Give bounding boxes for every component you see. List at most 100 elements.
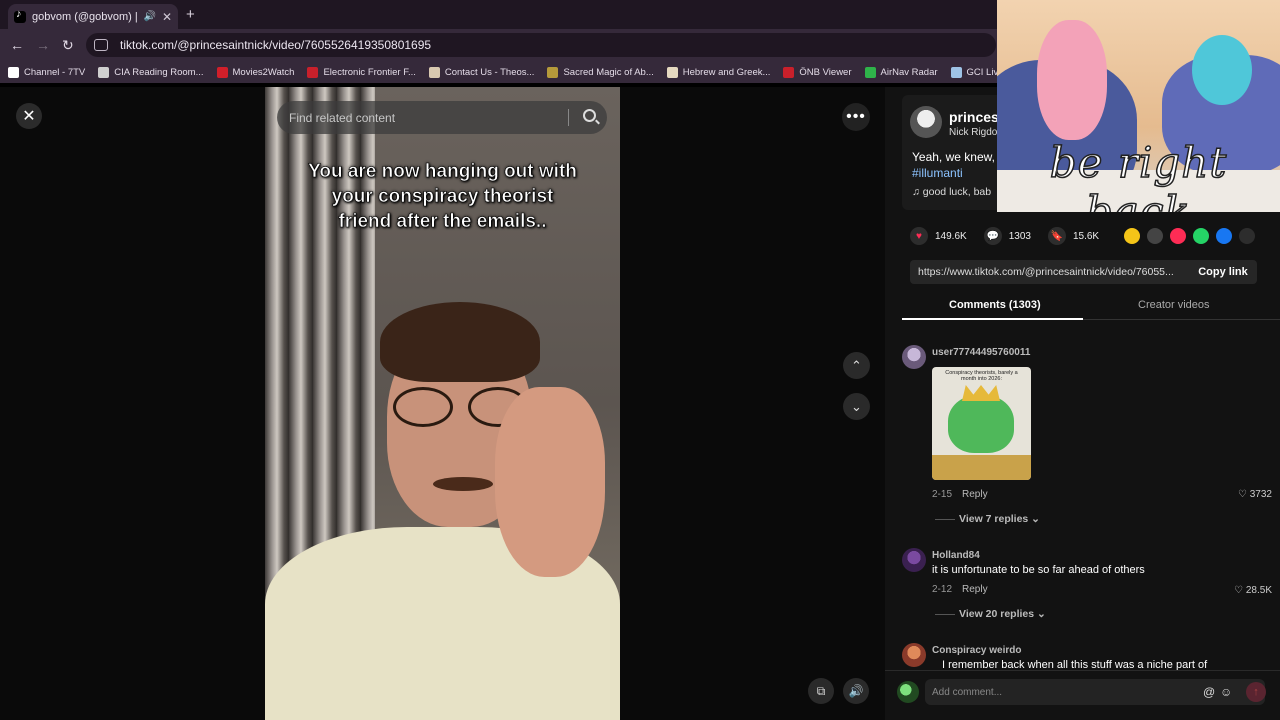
reload-button[interactable]: ↻ (62, 37, 74, 54)
author-nickname: Nick Rigdo (949, 127, 998, 138)
overlay-cartoon-rabbit (1037, 20, 1107, 140)
music-link[interactable]: ♫ good luck, bab (912, 186, 991, 198)
bookmark-favicon-icon (950, 66, 962, 78)
comment-like-button[interactable]: ♡ 3732 (1238, 489, 1272, 500)
bookmark-item[interactable]: CIA Reading Room... (98, 66, 204, 78)
current-user-avatar (897, 681, 919, 703)
comment-username[interactable]: Holland84 (932, 550, 980, 561)
video-player[interactable]: You are now hanging out with your conspi… (265, 87, 620, 720)
share-icons (1124, 228, 1262, 244)
whatsapp-icon[interactable] (1193, 228, 1209, 244)
search-icon[interactable] (583, 109, 596, 122)
forward-button[interactable]: → (36, 37, 50, 53)
comment-username[interactable]: user77744495760011 (932, 347, 1030, 358)
comment-image[interactable]: Conspiracy theorists, barely a month int… (932, 367, 1031, 480)
mention-icon[interactable]: @ (1203, 685, 1215, 699)
save-button[interactable]: 🔖 15.6K (1047, 227, 1100, 245)
bookmark-item[interactable]: ÖNB Viewer (783, 66, 852, 78)
embed-icon[interactable] (1147, 228, 1163, 244)
copy-link-button[interactable]: Copy link (1189, 260, 1257, 284)
comment-icon: 💬 (983, 227, 1002, 245)
author-name[interactable]: princes (949, 109, 999, 125)
tab-audio-icon[interactable]: 🔊 (143, 11, 155, 22)
bookmark-favicon-icon (98, 66, 110, 78)
bookmark-label: Contact Us - Theos... (444, 66, 535, 78)
reply-button[interactable]: Reply (962, 584, 988, 595)
bookmark-favicon-icon (547, 66, 559, 78)
new-tab-button[interactable]: + (186, 6, 195, 23)
bookmark-item[interactable]: Contact Us - Theos... (428, 66, 535, 78)
comment-item: Holland84 it is unfortunate to be so far… (902, 548, 1280, 628)
bookmark-icon: 🔖 (1047, 227, 1066, 245)
comment-date: 2-15 (932, 489, 953, 500)
tab-close-icon[interactable]: ✕ (162, 10, 172, 24)
video-description: Yeah, we knew, (912, 150, 995, 164)
panel-tabs: Comments (1303) Creator videos (902, 296, 1280, 320)
search-input[interactable]: Find related content (277, 101, 607, 134)
emoji-icon[interactable]: ☺ (1220, 685, 1232, 699)
bookmark-item[interactable]: Channel - 7TV (8, 66, 86, 78)
previous-video-button[interactable]: ⌃ (843, 352, 870, 379)
bookmark-label: Sacred Magic of Ab... (563, 66, 654, 78)
bookmark-item[interactable]: Hebrew and Greek... (666, 66, 771, 78)
more-options-button[interactable]: ••• (842, 103, 870, 131)
share-arrow-icon[interactable] (1239, 228, 1255, 244)
tab-creator-videos[interactable]: Creator videos (1138, 299, 1210, 311)
bookmark-favicon-icon (666, 66, 678, 78)
browser-tab[interactable]: gobvom (@gobvom) | TikTo 🔊 ✕ (8, 4, 178, 29)
facebook-icon[interactable] (1216, 228, 1232, 244)
bookmark-label: Movies2Watch (232, 66, 295, 78)
picture-in-picture-button[interactable]: ⧉ (808, 678, 834, 704)
close-video-button[interactable]: ✕ (16, 103, 42, 129)
comment-username[interactable]: Conspiracy weirdo (932, 645, 1021, 656)
comment-count: 1303 (1008, 230, 1031, 242)
comment-avatar[interactable] (902, 345, 926, 369)
back-button[interactable]: ← (10, 37, 24, 53)
next-video-button[interactable]: ⌄ (843, 393, 870, 420)
hashtag-link[interactable]: #illumanti (912, 166, 963, 180)
bookmark-label: AirNav Radar (880, 66, 938, 78)
comment-avatar[interactable] (902, 548, 926, 572)
send-comment-button[interactable]: ↑ (1246, 682, 1266, 702)
bookmark-label: CIA Reading Room... (114, 66, 204, 78)
video-person-hair (380, 302, 540, 382)
bookmark-item[interactable]: Electronic Frontier F... (307, 66, 416, 78)
active-tab-indicator (902, 318, 1083, 320)
view-replies-button[interactable]: View 7 replies ⌄ (935, 513, 1040, 525)
video-person-mustache (433, 477, 493, 491)
tab-comments[interactable]: Comments (1303) (949, 299, 1041, 311)
url-text: tiktok.com/@princesaintnick/video/760552… (120, 38, 432, 52)
author-avatar[interactable] (910, 106, 942, 138)
bookmark-item[interactable]: AirNav Radar (864, 66, 938, 78)
like-button[interactable]: ♥ 149.6K (910, 227, 967, 245)
comment-button[interactable]: 💬 1303 (983, 227, 1031, 245)
comment-item: user77744495760011 Conspiracy theorists,… (902, 345, 1280, 525)
bookmark-label: ÖNB Viewer (799, 66, 852, 78)
search-divider (568, 109, 569, 126)
video-person-hand (495, 387, 605, 577)
bookmark-label: Hebrew and Greek... (682, 66, 771, 78)
comment-image-crown (962, 385, 1000, 401)
overlay-cartoon-bird (1192, 35, 1252, 105)
comment-avatar[interactable] (902, 643, 926, 667)
bookmark-label: Channel - 7TV (24, 66, 86, 78)
bookmark-favicon-icon (8, 66, 19, 78)
overlay-brb-text: be right back (1049, 137, 1228, 212)
view-replies-button[interactable]: View 20 replies ⌄ (935, 608, 1046, 620)
comment-input-bar: Add comment... @ ☺ ↑ (885, 670, 1280, 720)
save-count: 15.6K (1072, 230, 1100, 242)
site-info-icon[interactable] (94, 39, 108, 51)
comment-text: I remember back when all this stuff was … (942, 659, 1208, 670)
volume-button[interactable]: 🔊 (843, 678, 869, 704)
send-icon[interactable] (1170, 228, 1186, 244)
comment-date: 2-12 (932, 584, 953, 595)
tiktok-favicon-icon (14, 8, 26, 23)
bookmark-item[interactable]: Movies2Watch (216, 66, 295, 78)
comment-like-button[interactable]: ♡ 28.5K (1234, 585, 1272, 596)
heart-icon: ♥ (910, 227, 928, 245)
bookmark-item[interactable]: Sacred Magic of Ab... (547, 66, 654, 78)
coin-icon[interactable] (1124, 228, 1140, 244)
comment-item: Conspiracy weirdo I remember back when a… (902, 643, 1280, 670)
reply-button[interactable]: Reply (962, 489, 988, 500)
url-field[interactable]: tiktok.com/@princesaintnick/video/760552… (86, 33, 996, 57)
